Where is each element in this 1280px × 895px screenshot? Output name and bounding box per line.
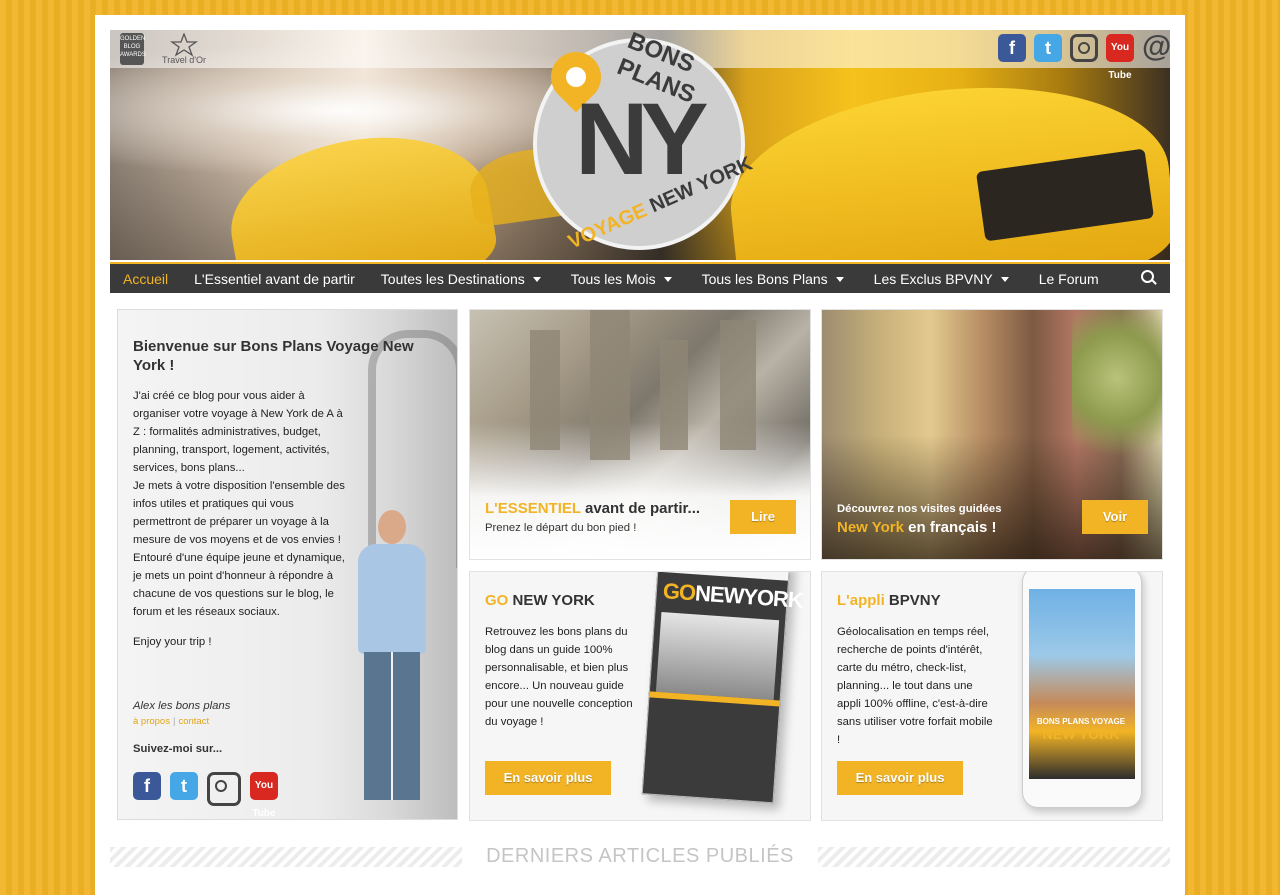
welcome-paragraph: J'ai créé ce blog pour vous aider à orga… (133, 390, 343, 474)
instagram-icon[interactable] (207, 772, 241, 806)
award-star-icon (169, 33, 199, 57)
main-nav: Accueil L'Essentiel avant de partir Tout… (110, 262, 1170, 293)
app-card: BONS PLANS VOYAGE NEW YORK L'appli BPVNY … (821, 571, 1163, 821)
welcome-title: Bienvenue sur Bons Plans Voyage New York… (133, 338, 414, 374)
site-logo[interactable]: BONS PLANS NY VOYAGE NEW YORK (533, 30, 756, 254)
guide-more-button[interactable]: En savoir plus (485, 761, 611, 795)
caret-down-icon (1000, 277, 1009, 283)
phone-image: BONS PLANS VOYAGE NEW YORK (1022, 572, 1142, 808)
contact-link[interactable]: contact (178, 716, 209, 727)
caret-down-icon (835, 277, 844, 283)
search-icon[interactable] (1140, 269, 1158, 287)
header-social-links: f t You Tube @ (998, 32, 1170, 81)
welcome-paragraph: Entouré d'une équipe jeune et dynamique,… (133, 552, 345, 618)
travel-dor-award-badge[interactable]: Travel d'Or (154, 33, 214, 65)
guide-text: Retrouvez les bons plans du blog dans un… (485, 626, 633, 728)
voir-button[interactable]: Voir (1082, 500, 1148, 534)
instagram-icon[interactable] (1070, 34, 1098, 62)
latest-articles-title: DERNIERS ARTICLES PUBLIÉS (486, 845, 794, 867)
app-title: L'appli BPVNY (837, 592, 941, 609)
youtube-icon[interactable]: You Tube (1106, 34, 1134, 81)
taxi-image-left (218, 118, 502, 260)
welcome-text: J'ai créé ce blog pour vous aider à orga… (133, 387, 351, 651)
essentiel-subtitle: Prenez le départ du bon pied ! (485, 522, 637, 534)
visites-title: New York en français ! (837, 519, 997, 536)
lire-button[interactable]: Lire (730, 500, 796, 534)
nav-item-forum[interactable]: Le Forum (1026, 271, 1112, 287)
guide-title: GO NEW YORK (485, 592, 595, 609)
app-more-button[interactable]: En savoir plus (837, 761, 963, 795)
essentiel-title: L'ESSENTIEL avant de partir... (485, 500, 701, 517)
author-links: à propos | contact (133, 716, 210, 727)
tree-image (1072, 310, 1162, 480)
facebook-icon[interactable]: f (133, 772, 161, 800)
essentiel-card: L'ESSENTIEL avant de partir... Prenez le… (469, 309, 811, 560)
guide-card: GONEWYORK GO NEW YORK Retrouvez les bons… (469, 571, 811, 821)
visites-line1: Découvrez nos visites guidées (837, 503, 1002, 515)
author-signature: Alex les bons plans (133, 700, 231, 712)
welcome-panel: Bienvenue sur Bons Plans Voyage New York… (117, 309, 458, 820)
about-link[interactable]: à propos (133, 716, 170, 727)
logo-text-ny: NY (575, 82, 709, 196)
welcome-paragraph: Je mets à votre disposition l'ensemble d… (133, 480, 345, 546)
welcome-paragraph: Enjoy your trip ! (133, 636, 212, 648)
app-text: Géolocalisation en temps réel, recherche… (837, 626, 993, 746)
twitter-icon[interactable]: t (1034, 34, 1062, 62)
nav-item-mois[interactable]: Tous les Mois (558, 271, 685, 287)
latest-articles-heading: DERNIERS ARTICLES PUBLIÉS (110, 845, 1170, 869)
caret-down-icon (663, 277, 672, 283)
visites-card: Découvrez nos visites guidées New York e… (821, 309, 1163, 560)
nav-item-accueil[interactable]: Accueil (110, 271, 181, 287)
nav-item-exclus[interactable]: Les Exclus BPVNY (861, 271, 1022, 287)
youtube-icon[interactable]: You Tube (250, 772, 278, 819)
caret-down-icon (532, 277, 541, 283)
follow-label: Suivez-moi sur... (133, 743, 223, 755)
guide-book-image: GONEWYORK (641, 572, 804, 804)
golden-blog-award-badge[interactable]: GOLDEN BLOG AWARDS (120, 33, 146, 65)
facebook-icon[interactable]: f (998, 34, 1026, 62)
author-photo (346, 510, 442, 810)
nav-item-destinations[interactable]: Toutes les Destinations (368, 271, 554, 287)
nav-item-essentiel[interactable]: L'Essentiel avant de partir (181, 271, 368, 287)
author-social-links: f t You Tube (133, 772, 278, 819)
page-container: GOLDEN BLOG AWARDS Travel d'Or f t You T… (95, 15, 1185, 895)
twitter-icon[interactable]: t (170, 772, 198, 800)
email-icon[interactable]: @ (1142, 32, 1170, 62)
header-banner: GOLDEN BLOG AWARDS Travel d'Or f t You T… (110, 30, 1170, 260)
nav-item-bons-plans[interactable]: Tous les Bons Plans (689, 271, 857, 287)
